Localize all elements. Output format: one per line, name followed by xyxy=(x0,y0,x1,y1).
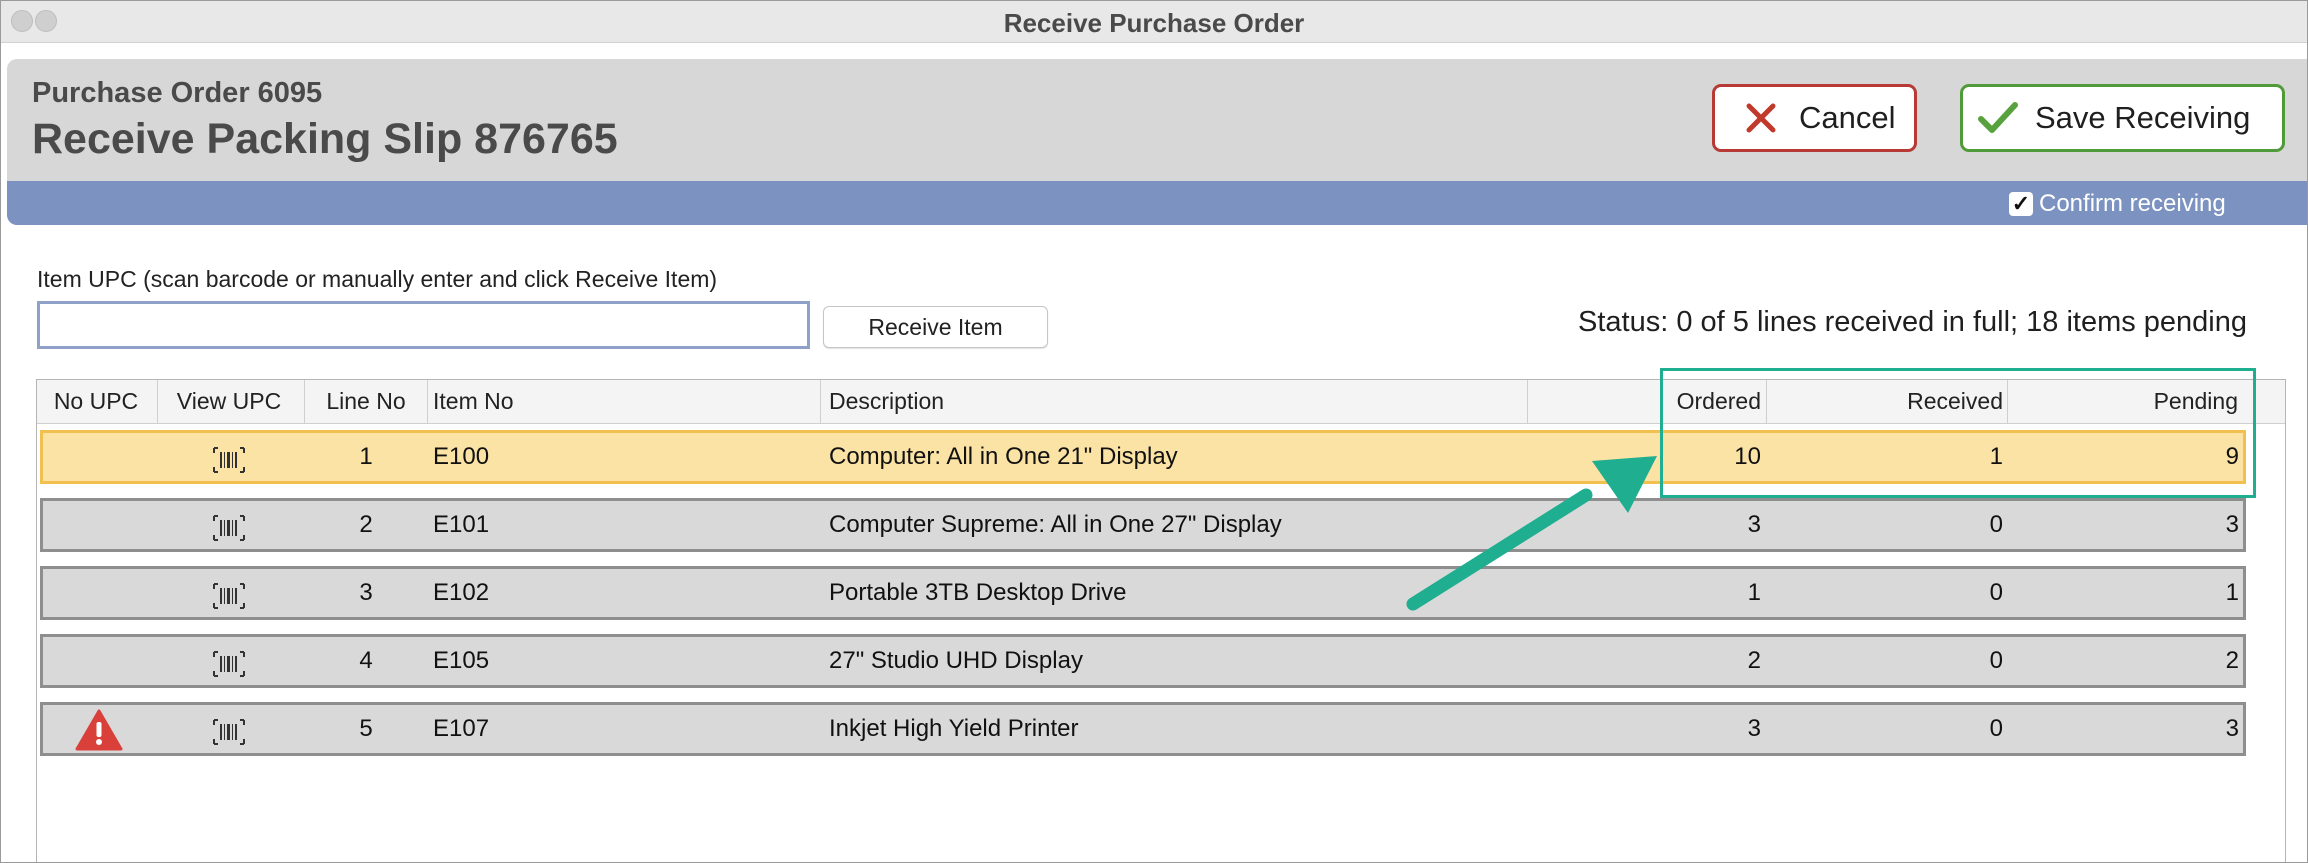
no-upc-cell xyxy=(43,433,155,481)
checkmark-icon xyxy=(1978,102,2018,133)
description-cell: Portable 3TB Desktop Drive xyxy=(829,579,1127,606)
table-header: No UPC View UPC Line No Item No Descript… xyxy=(37,380,2285,424)
table-row[interactable]: 5 E107 Inkjet High Yield Printer 3 0 3 xyxy=(40,702,2246,756)
status-text: Status: 0 of 5 lines received in full; 1… xyxy=(1578,306,2247,338)
no-upc-cell xyxy=(43,569,155,617)
received-cell: 1 xyxy=(1989,443,2003,470)
view-upc-button[interactable] xyxy=(158,569,300,617)
line-no-cell: 3 xyxy=(359,579,373,606)
line-no-cell: 1 xyxy=(359,443,373,470)
column-header-pending[interactable]: Pending xyxy=(2008,380,2238,423)
options-bar xyxy=(7,181,2307,225)
ordered-cell: 1 xyxy=(1747,579,1761,606)
no-upc-cell xyxy=(43,501,155,549)
no-upc-cell xyxy=(43,637,155,685)
header-panel: Purchase Order 6095 Receive Packing Slip… xyxy=(7,59,2307,181)
column-divider[interactable] xyxy=(1527,380,1528,423)
receive-item-button[interactable]: Receive Item xyxy=(823,306,1048,348)
x-icon xyxy=(1746,103,1776,133)
save-receiving-label: Save Receiving xyxy=(2035,100,2251,135)
view-upc-button[interactable] xyxy=(158,637,300,685)
pending-cell: 1 xyxy=(2225,579,2239,606)
barcode-icon[interactable] xyxy=(212,443,246,491)
description-cell: Computer: All in One 21" Display xyxy=(829,443,1178,470)
no-upc-cell xyxy=(43,705,155,753)
receive-purchase-order-window: Receive Purchase Order Purchase Order 60… xyxy=(0,0,2308,863)
column-header-item-no[interactable]: Item No xyxy=(429,380,789,423)
column-header-ordered[interactable]: Ordered xyxy=(1657,380,1761,423)
line-no-cell: 5 xyxy=(359,715,373,742)
table-row[interactable]: 3 E102 Portable 3TB Desktop Drive 1 0 1 xyxy=(40,566,2246,620)
column-divider[interactable] xyxy=(427,380,428,423)
view-upc-button[interactable] xyxy=(158,705,300,753)
warning-triangle-icon xyxy=(74,708,124,769)
packing-slip-title: Receive Packing Slip 876765 xyxy=(32,115,618,163)
confirm-receiving-checkbox[interactable]: ✓ Confirm receiving xyxy=(2009,190,2226,218)
column-header-view-upc[interactable]: View UPC xyxy=(158,380,300,423)
title-bar: Receive Purchase Order xyxy=(1,1,2307,43)
ordered-cell: 2 xyxy=(1747,647,1761,674)
po-lines-table: No UPC View UPC Line No Item No Descript… xyxy=(36,379,2286,862)
received-cell: 0 xyxy=(1989,715,2003,742)
column-header-received[interactable]: Received xyxy=(1767,380,2003,423)
received-cell: 0 xyxy=(1989,579,2003,606)
barcode-icon[interactable] xyxy=(212,715,246,763)
table-row[interactable]: 4 E105 27" Studio UHD Display 2 0 2 xyxy=(40,634,2246,688)
barcode-icon[interactable] xyxy=(212,511,246,559)
confirm-receiving-label: Confirm receiving xyxy=(2039,190,2226,217)
item-no-cell: E101 xyxy=(433,511,490,538)
column-header-line-no[interactable]: Line No xyxy=(305,380,427,423)
pending-cell: 3 xyxy=(2225,715,2239,742)
table-row[interactable]: 2 E101 Computer Supreme: All in One 27" Di… xyxy=(40,498,2246,552)
pending-cell: 3 xyxy=(2225,511,2239,538)
description-cell: Inkjet High Yield Printer xyxy=(829,715,1079,742)
item-no-cell: E102 xyxy=(433,579,490,606)
item-no-cell: E100 xyxy=(433,443,490,470)
item-upc-input[interactable] xyxy=(37,301,810,349)
ordered-cell: 10 xyxy=(1734,443,1761,470)
barcode-icon[interactable] xyxy=(212,647,246,695)
cancel-button[interactable]: Cancel xyxy=(1712,84,1917,152)
item-no-cell: E107 xyxy=(433,715,490,742)
checkbox-icon[interactable]: ✓ xyxy=(2009,192,2033,216)
description-cell: Computer Supreme: All in One 27" Display xyxy=(829,511,1282,538)
pending-cell: 2 xyxy=(2225,647,2239,674)
received-cell: 0 xyxy=(1989,511,2003,538)
window-title: Receive Purchase Order xyxy=(1003,8,1305,38)
item-upc-label: Item UPC (scan barcode or manually enter… xyxy=(37,266,718,292)
column-divider[interactable] xyxy=(820,380,821,423)
pending-cell: 9 xyxy=(2225,443,2239,470)
view-upc-button[interactable] xyxy=(158,433,300,481)
view-upc-button[interactable] xyxy=(158,501,300,549)
line-no-cell: 4 xyxy=(359,647,373,674)
table-row[interactable]: 1 E100 Computer: All in One 21" Display 10 1… xyxy=(40,430,2246,484)
ordered-cell: 3 xyxy=(1747,715,1761,742)
column-header-description[interactable]: Description xyxy=(823,380,1523,423)
barcode-icon[interactable] xyxy=(212,579,246,627)
received-cell: 0 xyxy=(1989,647,2003,674)
cancel-button-label: Cancel xyxy=(1799,100,1896,135)
item-no-cell: E105 xyxy=(433,647,490,674)
line-no-cell: 2 xyxy=(359,511,373,538)
column-header-no-upc[interactable]: No UPC xyxy=(37,380,155,423)
save-receiving-button[interactable]: Save Receiving xyxy=(1960,84,2285,152)
ordered-cell: 3 xyxy=(1747,511,1761,538)
purchase-order-label: Purchase Order 6095 xyxy=(32,77,323,109)
description-cell: 27" Studio UHD Display xyxy=(829,647,1083,674)
